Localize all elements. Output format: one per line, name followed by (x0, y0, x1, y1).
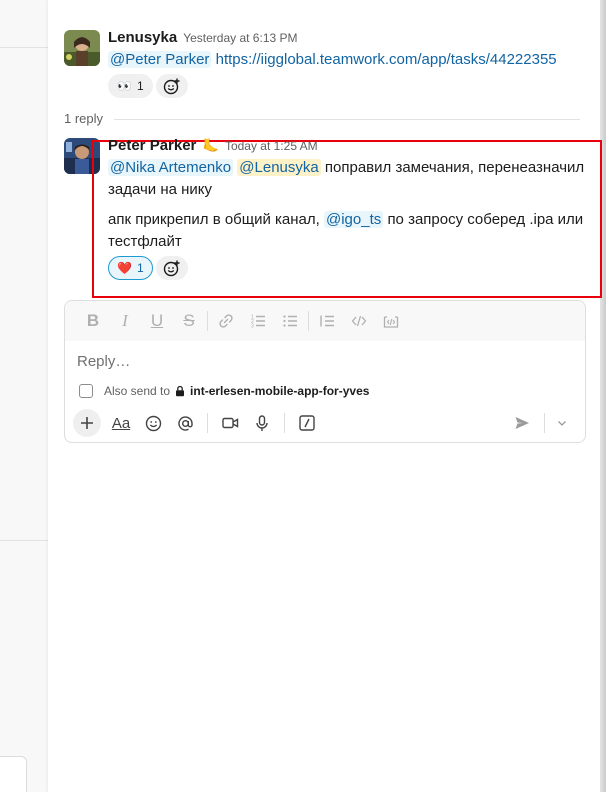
code-block-icon[interactable] (375, 307, 407, 335)
lock-icon (176, 385, 185, 397)
task-link[interactable]: https://iigglobal.teamwork.com/app/tasks… (216, 51, 557, 68)
message-header: Lenusyka Yesterday at 6:13 PM (108, 29, 298, 46)
strikethrough-icon[interactable]: S (173, 307, 205, 335)
reply-count: 1 reply (64, 111, 104, 126)
scrollbar-track[interactable] (600, 0, 606, 792)
user-mention[interactable]: @igo_ts (324, 211, 384, 228)
composer-actions: Aa (73, 409, 579, 437)
user-mention[interactable]: @Peter Parker (108, 51, 212, 68)
video-icon[interactable] (214, 409, 246, 437)
message-timestamp[interactable]: Yesterday at 6:13 PM (183, 31, 297, 45)
avatar-lenusyka[interactable] (64, 30, 100, 66)
divider (0, 540, 48, 541)
formatting-toolbar: B I U S 123 (65, 301, 585, 341)
text-format-icon[interactable]: Aa (105, 409, 137, 437)
bold-icon[interactable]: B (77, 307, 109, 335)
link-icon[interactable] (210, 307, 242, 335)
plus-icon[interactable] (73, 409, 101, 437)
toolbar-separator (308, 311, 309, 331)
message-header: Peter Parker 🦶 Today at 1:25 AM (108, 137, 318, 154)
reaction-eyes[interactable]: 👀 1 (108, 74, 153, 98)
underline-icon[interactable]: U (141, 307, 173, 335)
reaction-count: 1 (136, 261, 144, 275)
add-emoji-icon (163, 78, 180, 95)
also-send-checkbox[interactable] (79, 384, 93, 398)
also-send-label: Also send to (104, 384, 171, 398)
reply-divider (114, 119, 580, 120)
italic-icon[interactable]: I (109, 307, 141, 335)
svg-text:3: 3 (251, 324, 254, 330)
divider (0, 47, 48, 48)
message-timestamp[interactable]: Today at 1:25 AM (225, 139, 318, 153)
sender-name[interactable]: Lenusyka (108, 29, 177, 46)
user-mention-self[interactable]: @Lenusyka (237, 159, 321, 176)
code-icon[interactable] (343, 307, 375, 335)
add-reaction-button[interactable] (156, 74, 188, 98)
also-send-option: Also send to int-erlesen-mobile-app-for-… (79, 384, 369, 398)
toolbar-separator (284, 413, 285, 433)
heart-emoji-icon: ❤️ (117, 261, 132, 275)
microphone-icon[interactable] (246, 409, 278, 437)
status-emoji-icon[interactable]: 🦶 (203, 138, 219, 153)
send-group (506, 409, 573, 437)
emoji-icon[interactable] (137, 409, 169, 437)
message-body: @Peter Parker https://iigglobal.teamwork… (108, 49, 557, 71)
message-text: поправил замечания, перенеазначил (324, 159, 585, 176)
channel-name[interactable]: int-erlesen-mobile-app-for-yves (190, 384, 369, 398)
message-text: тестфлайт (108, 233, 182, 250)
user-mention[interactable]: @Nika Artemenko (108, 159, 234, 176)
thread-panel: Lenusyka Yesterday at 6:13 PM @Peter Park… (48, 0, 602, 792)
sender-name[interactable]: Peter Parker (108, 137, 196, 154)
slash-command-icon[interactable] (291, 409, 323, 437)
mention-icon[interactable] (169, 409, 201, 437)
add-emoji-icon (163, 260, 180, 277)
reaction-heart[interactable]: ❤️ 1 (108, 256, 153, 280)
eyes-emoji-icon: 👀 (117, 79, 132, 93)
ordered-list-icon[interactable]: 123 (242, 307, 274, 335)
add-reaction-button[interactable] (156, 256, 188, 280)
message-text: по запросу соберед .ipa или (387, 211, 584, 228)
toolbar-separator (207, 311, 208, 331)
send-icon[interactable] (506, 409, 538, 437)
reply-composer: B I U S 123 Reply… Also send to int-erle… (64, 300, 586, 443)
reply-input[interactable] (77, 349, 572, 373)
reaction-count: 1 (136, 79, 144, 93)
toolbar-separator (207, 413, 208, 433)
message-line: @Nika Artemenko @Lenusyka поправил замеч… (108, 157, 584, 179)
toolbar-separator (544, 413, 545, 433)
message-text: апк прикрепил в общий канал, (108, 211, 320, 228)
chevron-down-icon[interactable] (551, 409, 573, 437)
message-text: задачи на нику (108, 181, 213, 198)
background-card (0, 756, 27, 792)
blockquote-icon[interactable] (311, 307, 343, 335)
bulleted-list-icon[interactable] (274, 307, 306, 335)
background-channel-pane (0, 0, 48, 792)
message-line: апк прикрепил в общий канал, @igo_ts по … (108, 209, 583, 231)
